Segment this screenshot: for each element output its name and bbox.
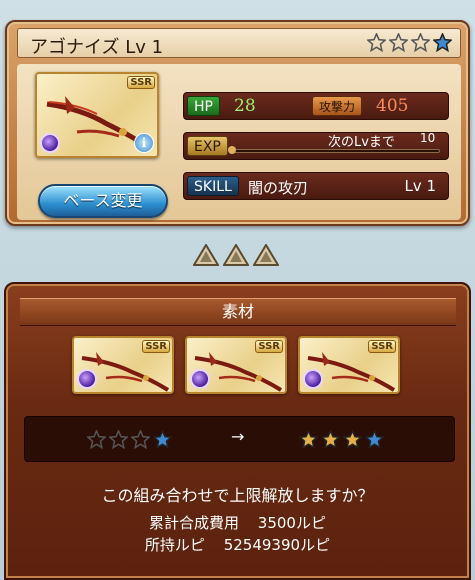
dark-element-icon bbox=[77, 369, 97, 389]
exp-row: EXP 次のLvまで 10 bbox=[183, 131, 449, 160]
total-cost-label: 累計合成費用 bbox=[149, 514, 240, 532]
uncap-arrows bbox=[193, 244, 279, 266]
gold-star-icon bbox=[343, 430, 362, 449]
owned-rupie-value: 52549390ルピ bbox=[223, 536, 331, 554]
skill-level: Lv 1 bbox=[404, 177, 436, 195]
ssr-badge: SSR bbox=[368, 340, 396, 353]
ssr-badge: SSR bbox=[255, 340, 283, 353]
hp-atk-row: HP 28 攻撃力 405 bbox=[183, 92, 449, 120]
weapon-title: アゴナイズ Lv 1 bbox=[30, 33, 163, 59]
stars-after bbox=[299, 430, 384, 449]
confirm-text: この組み合わせで上限解放しますか？ bbox=[101, 486, 374, 505]
skill-tag: SKILL bbox=[187, 176, 239, 196]
hp-tag: HP bbox=[187, 96, 220, 116]
empty-star-icon bbox=[411, 33, 430, 52]
empty-star-icon bbox=[131, 430, 150, 449]
exp-next-value: 10 bbox=[420, 131, 436, 145]
gold-star-icon bbox=[299, 430, 318, 449]
hp-value: 28 bbox=[234, 96, 256, 116]
skill-row[interactable]: SKILL 闇の攻刃 Lv 1 bbox=[183, 172, 449, 200]
blue-star-icon bbox=[365, 430, 384, 449]
owned-rupie-line: 所持ルピ 52549390ルピ bbox=[6, 534, 469, 555]
material-list: SSR SSR SSR bbox=[72, 336, 400, 394]
weapon-title-bar: アゴナイズ Lv 1 bbox=[17, 28, 461, 58]
weapon-detail-card: アゴナイズ Lv 1 SSR i ベース変更 HP 28 攻撃力 405 EXP… bbox=[5, 20, 470, 226]
ssr-badge: SSR bbox=[127, 76, 155, 89]
uncap-stars bbox=[367, 33, 452, 52]
weapon-thumbnail[interactable]: SSR i bbox=[35, 72, 159, 158]
owned-rupie-label: 所持ルピ bbox=[144, 536, 205, 554]
triangle-icon bbox=[253, 244, 279, 266]
arrow-right-icon: → bbox=[231, 427, 245, 446]
exp-knob bbox=[228, 146, 236, 154]
exp-track bbox=[232, 149, 440, 153]
blue-star-icon bbox=[153, 430, 172, 449]
exp-tag: EXP bbox=[187, 136, 228, 156]
dark-element-icon bbox=[190, 369, 210, 389]
triangle-icon bbox=[223, 244, 249, 266]
empty-star-icon bbox=[109, 430, 128, 449]
total-cost-line: 累計合成費用 3500ルピ bbox=[6, 512, 469, 533]
atk-tag: 攻撃力 bbox=[312, 96, 363, 116]
total-cost-value: 3500ルピ bbox=[257, 514, 326, 532]
blue-star-icon bbox=[433, 33, 452, 52]
empty-star-icon bbox=[87, 430, 106, 449]
atk-value: 405 bbox=[376, 96, 409, 116]
empty-star-icon bbox=[389, 33, 408, 52]
dark-element-icon bbox=[303, 369, 323, 389]
material-header: 素材 bbox=[20, 298, 456, 326]
material-card[interactable]: SSR bbox=[185, 336, 287, 394]
empty-star-icon bbox=[367, 33, 386, 52]
triangle-icon bbox=[193, 244, 219, 266]
weapon-level: Lv 1 bbox=[125, 37, 164, 58]
material-card[interactable]: SSR bbox=[72, 336, 174, 394]
material-panel: 素材 SSR SSR SSR → この組み合わせで上限解放しますか？ 累計合成費用 … bbox=[4, 282, 471, 580]
dark-element-icon bbox=[40, 133, 60, 153]
exp-bar: 次のLvまで 10 bbox=[224, 131, 446, 159]
uncap-preview: → bbox=[24, 416, 455, 462]
weapon-name: アゴナイズ bbox=[30, 37, 120, 58]
base-change-button[interactable]: ベース変更 bbox=[38, 184, 168, 218]
info-icon[interactable]: i bbox=[134, 133, 154, 153]
material-card[interactable]: SSR bbox=[298, 336, 400, 394]
skill-name: 闇の攻刃 bbox=[248, 179, 309, 197]
stars-before bbox=[87, 430, 172, 449]
gold-star-icon bbox=[321, 430, 340, 449]
exp-next-label: 次のLvまで bbox=[328, 135, 395, 150]
ssr-badge: SSR bbox=[142, 340, 170, 353]
